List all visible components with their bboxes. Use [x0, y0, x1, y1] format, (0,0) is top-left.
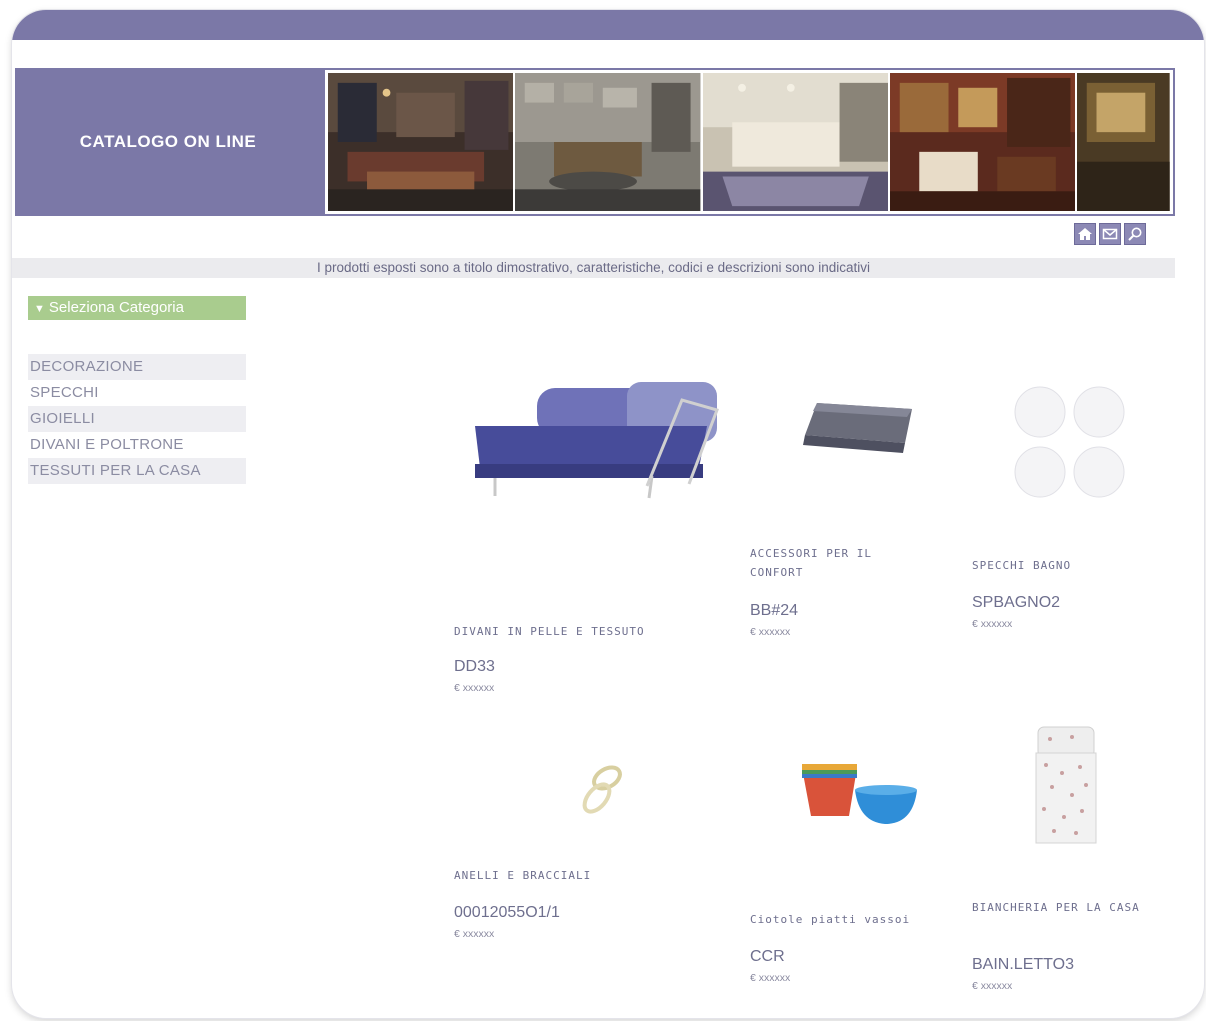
home-button[interactable]: [1074, 223, 1096, 245]
banner-photo-stone: [515, 73, 701, 211]
top-bar: [12, 10, 1204, 40]
product-price: € xxxxxx: [972, 618, 1013, 630]
product-code: SPBAGNO2: [972, 594, 1061, 611]
product-code: BB#24: [750, 602, 799, 619]
product-name[interactable]: BIANCHERIA PER LA CASA: [972, 898, 1152, 917]
product-price: € xxxxxx: [454, 682, 495, 694]
category-select-label: Seleziona Categoria: [48, 299, 184, 316]
search-icon: [1128, 227, 1142, 241]
triangle-down-icon: ▼: [34, 303, 45, 315]
product-image-cushion[interactable]: [797, 395, 922, 465]
product-price: € xxxxxx: [750, 626, 791, 638]
home-icon: [1078, 228, 1092, 240]
page-frame: CATALOGO ON LINE I prodotti esposti sono…: [12, 10, 1204, 1018]
product-price: € xxxxxx: [750, 972, 791, 984]
site-header: CATALOGO ON LINE: [15, 68, 321, 216]
product-image-bracelets[interactable]: [567, 760, 637, 820]
category-item-tessuti[interactable]: TESSUTI PER LA CASA: [28, 458, 246, 484]
search-button[interactable]: [1124, 223, 1146, 245]
category-list: DECORAZIONE SPECCHI GIOIELLI DIVANI E PO…: [28, 354, 246, 484]
category-item-divani[interactable]: DIVANI E POLTRONE: [28, 432, 246, 458]
product-price: € xxxxxx: [972, 980, 1013, 992]
banner-photo-library: [889, 73, 1076, 211]
product-image-sofa[interactable]: [467, 368, 737, 503]
banner-photo-living: [328, 73, 514, 211]
category-select-button[interactable]: ▼ Seleziona Categoria: [28, 296, 246, 320]
product-price: € xxxxxx: [454, 928, 495, 940]
toolbar: [1074, 223, 1146, 245]
category-item-gioielli[interactable]: GIOIELLI: [28, 406, 246, 432]
disclaimer-text: I prodotti esposti sono a titolo dimostr…: [12, 258, 1175, 278]
product-code: BAIN.LETTO3: [972, 956, 1074, 973]
category-item-specchi[interactable]: SPECCHI: [28, 380, 246, 406]
product-image-bedding[interactable]: [1032, 723, 1102, 848]
site-title: CATALOGO ON LINE: [79, 132, 257, 151]
banner-photo-sofa: [702, 73, 888, 211]
product-name[interactable]: SPECCHI BAGNO: [972, 556, 1152, 575]
category-item-decorazione[interactable]: DECORAZIONE: [28, 354, 246, 380]
banner-photo-study: [1077, 73, 1170, 211]
product-name[interactable]: ACCESSORI PER IL CONFORT: [750, 544, 930, 582]
product-name[interactable]: ANELLI E BRACCIALI: [454, 866, 634, 885]
product-image-mirrors[interactable]: [1007, 382, 1132, 502]
product-code: CCR: [750, 948, 785, 965]
mail-button[interactable]: [1099, 223, 1121, 245]
product-code: DD33: [454, 658, 495, 675]
product-code: 00012055O1/1: [454, 904, 560, 921]
mail-icon: [1102, 228, 1118, 240]
product-name[interactable]: DIVANI IN PELLE E TESSUTO: [454, 622, 694, 641]
product-image-bowls[interactable]: [797, 758, 922, 828]
product-name[interactable]: Ciotole piatti vassoi: [750, 910, 930, 929]
header-banner: [321, 68, 1175, 216]
